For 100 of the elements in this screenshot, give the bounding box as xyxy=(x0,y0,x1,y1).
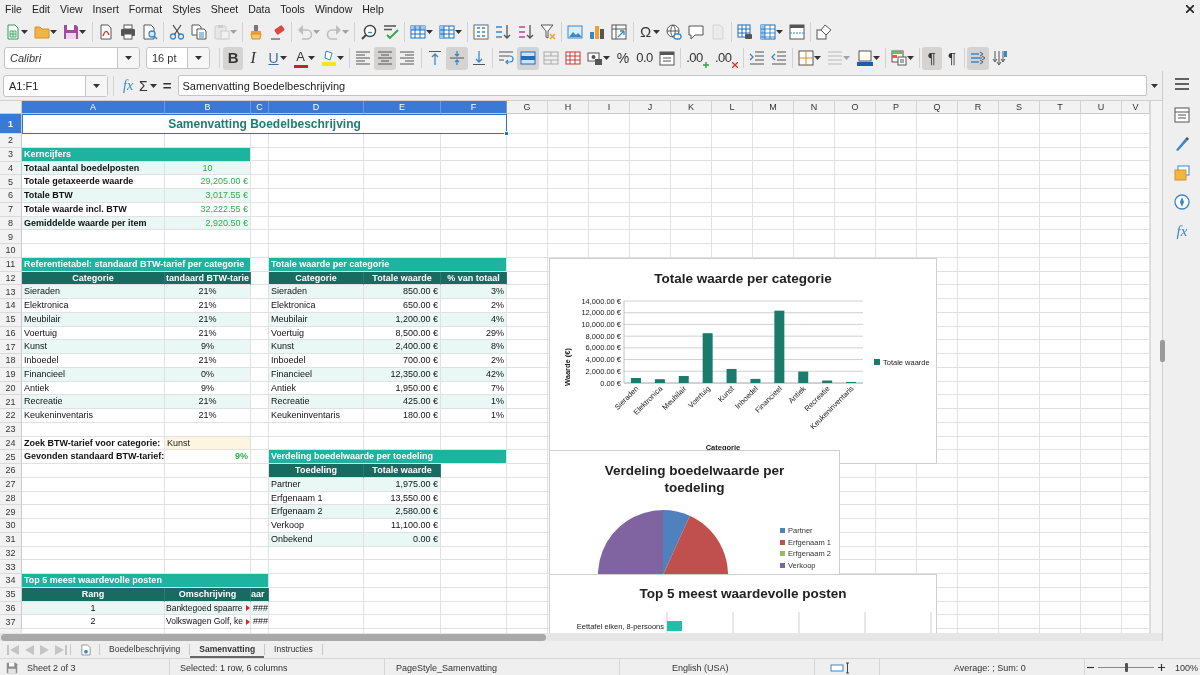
menu-item[interactable]: Tools xyxy=(275,1,310,17)
column-header[interactable]: A xyxy=(22,101,165,114)
row-header[interactable]: 2 xyxy=(0,134,22,148)
menu-item[interactable]: Window xyxy=(309,1,358,17)
percent-format-button[interactable]: % xyxy=(613,46,634,70)
align-bottom-icon xyxy=(470,50,487,66)
special-character-button[interactable]: Ω xyxy=(635,20,663,43)
right-to-left-button[interactable]: ¶ xyxy=(942,46,963,70)
formula-input[interactable]: Samenvatting Boedelbeschrijving xyxy=(177,75,1147,96)
row-header[interactable]: 21 xyxy=(0,395,22,409)
text-horizontal-button[interactable] xyxy=(967,46,990,70)
menu-item[interactable]: Edit xyxy=(26,1,55,17)
add-decimal-button[interactable]: .00 xyxy=(683,46,712,70)
row-header[interactable]: 22 xyxy=(0,409,22,423)
row-header[interactable]: 6 xyxy=(0,189,22,203)
row-header[interactable]: 25 xyxy=(0,450,22,464)
font-name-field[interactable]: Calibri xyxy=(4,47,140,69)
column-header[interactable]: R xyxy=(958,101,999,114)
menu-item[interactable]: File xyxy=(0,1,27,17)
compass-icon xyxy=(1174,194,1190,210)
column-header[interactable]: L xyxy=(712,101,753,114)
row-header[interactable]: 13 xyxy=(0,285,22,299)
column-header[interactable]: N xyxy=(794,101,835,114)
clipboard-icon xyxy=(213,23,230,40)
selection-mode-icon[interactable] xyxy=(830,661,850,674)
zoom-in-icon[interactable] xyxy=(1158,664,1165,671)
column-header[interactable]: J xyxy=(630,101,671,114)
column-header[interactable]: O xyxy=(835,101,876,114)
column-header[interactable]: H xyxy=(548,101,589,114)
menu-item[interactable]: Help xyxy=(357,1,389,17)
column-header[interactable]: Q xyxy=(917,101,958,114)
row-header[interactable]: 14 xyxy=(0,299,22,313)
menu-item[interactable]: View xyxy=(55,1,88,17)
column-header[interactable]: D xyxy=(269,101,364,114)
column-header[interactable]: T xyxy=(1040,101,1081,114)
column-header[interactable]: U xyxy=(1081,101,1122,114)
bold-button[interactable]: B xyxy=(223,46,244,70)
font-color-button[interactable]: A xyxy=(290,46,318,70)
align-middle-icon xyxy=(448,50,465,66)
row-header[interactable]: 34 xyxy=(0,574,22,588)
table-cell: Banktegoed spaarre xyxy=(166,601,243,615)
table-printer-icon xyxy=(737,23,754,40)
underline-button[interactable]: U xyxy=(263,46,291,70)
table-cell: Kunst xyxy=(22,340,165,354)
sheet-tab[interactable]: Instructies xyxy=(265,641,322,658)
row-header[interactable]: 30 xyxy=(0,519,22,533)
row-header[interactable]: 5 xyxy=(0,175,22,189)
zoom-out-icon[interactable] xyxy=(1087,664,1094,671)
slider-thumb[interactable] xyxy=(1124,663,1128,672)
menu-item[interactable]: Data xyxy=(243,1,276,17)
sum-button[interactable]: Σ xyxy=(136,74,160,97)
column-header[interactable]: S xyxy=(999,101,1040,114)
column-header[interactable]: G xyxy=(507,101,548,114)
font-size-field[interactable]: 16 pt xyxy=(146,47,210,69)
menu-item[interactable]: Insert xyxy=(87,1,124,17)
caret-icon xyxy=(149,83,157,88)
column-header[interactable]: V xyxy=(1122,101,1150,114)
formula-button[interactable]: = xyxy=(159,74,175,97)
merged-cells-icon xyxy=(542,50,559,66)
row-header[interactable]: 9 xyxy=(0,230,22,244)
sort-ascending-icon xyxy=(495,23,512,40)
column-header[interactable]: F xyxy=(441,101,507,114)
align-middle-button[interactable] xyxy=(445,46,468,70)
column-header[interactable]: C xyxy=(251,101,269,114)
vertical-scrollbar[interactable] xyxy=(1150,101,1162,633)
scrollbar-thumb[interactable] xyxy=(1,634,546,641)
close-icon[interactable] xyxy=(1186,5,1194,13)
column-header[interactable]: B xyxy=(165,101,251,114)
chart-title: Top 5 meest waardevolle posten xyxy=(639,586,847,601)
delete-decimal-button[interactable]: .00 xyxy=(711,46,741,70)
printer-icon xyxy=(119,23,136,40)
number-format-button[interactable]: 0.0 xyxy=(633,46,656,70)
add-sheet-icon[interactable] xyxy=(81,643,91,656)
row-header[interactable]: 1 xyxy=(0,114,22,134)
menu-item[interactable]: Styles xyxy=(167,1,206,17)
picture-icon xyxy=(567,23,584,40)
left-to-right-button[interactable]: ¶ xyxy=(921,46,942,70)
name-box[interactable]: A1:F1 xyxy=(3,74,108,97)
sheet-tab[interactable]: Boedelbeschrijving xyxy=(100,641,190,658)
spelling-check-icon xyxy=(382,23,399,40)
row-header[interactable]: 17 xyxy=(0,340,22,354)
merge-center-button[interactable] xyxy=(517,46,540,70)
column-header[interactable]: E xyxy=(364,101,441,114)
row-header[interactable]: 29 xyxy=(0,505,22,519)
row-header[interactable]: 37 xyxy=(0,615,22,629)
row-header[interactable]: 26 xyxy=(0,464,22,478)
sidebar-collapse-handle[interactable] xyxy=(1160,340,1165,362)
fill-handle[interactable] xyxy=(504,131,509,136)
column-header[interactable]: P xyxy=(876,101,917,114)
menu-item[interactable]: Sheet xyxy=(205,1,244,17)
sheet-tab[interactable]: Samenvatting xyxy=(190,641,265,658)
table-cell: Sieraden xyxy=(22,285,165,299)
column-header[interactable]: M xyxy=(753,101,794,114)
row-header[interactable]: 10 xyxy=(0,244,22,258)
row-header[interactable]: 18 xyxy=(0,354,22,368)
column-header[interactable]: K xyxy=(671,101,712,114)
italic-button[interactable]: I xyxy=(243,46,264,70)
menu-item[interactable]: Format xyxy=(123,1,168,17)
row-header[interactable]: 33 xyxy=(0,560,22,574)
column-header[interactable]: I xyxy=(589,101,630,114)
